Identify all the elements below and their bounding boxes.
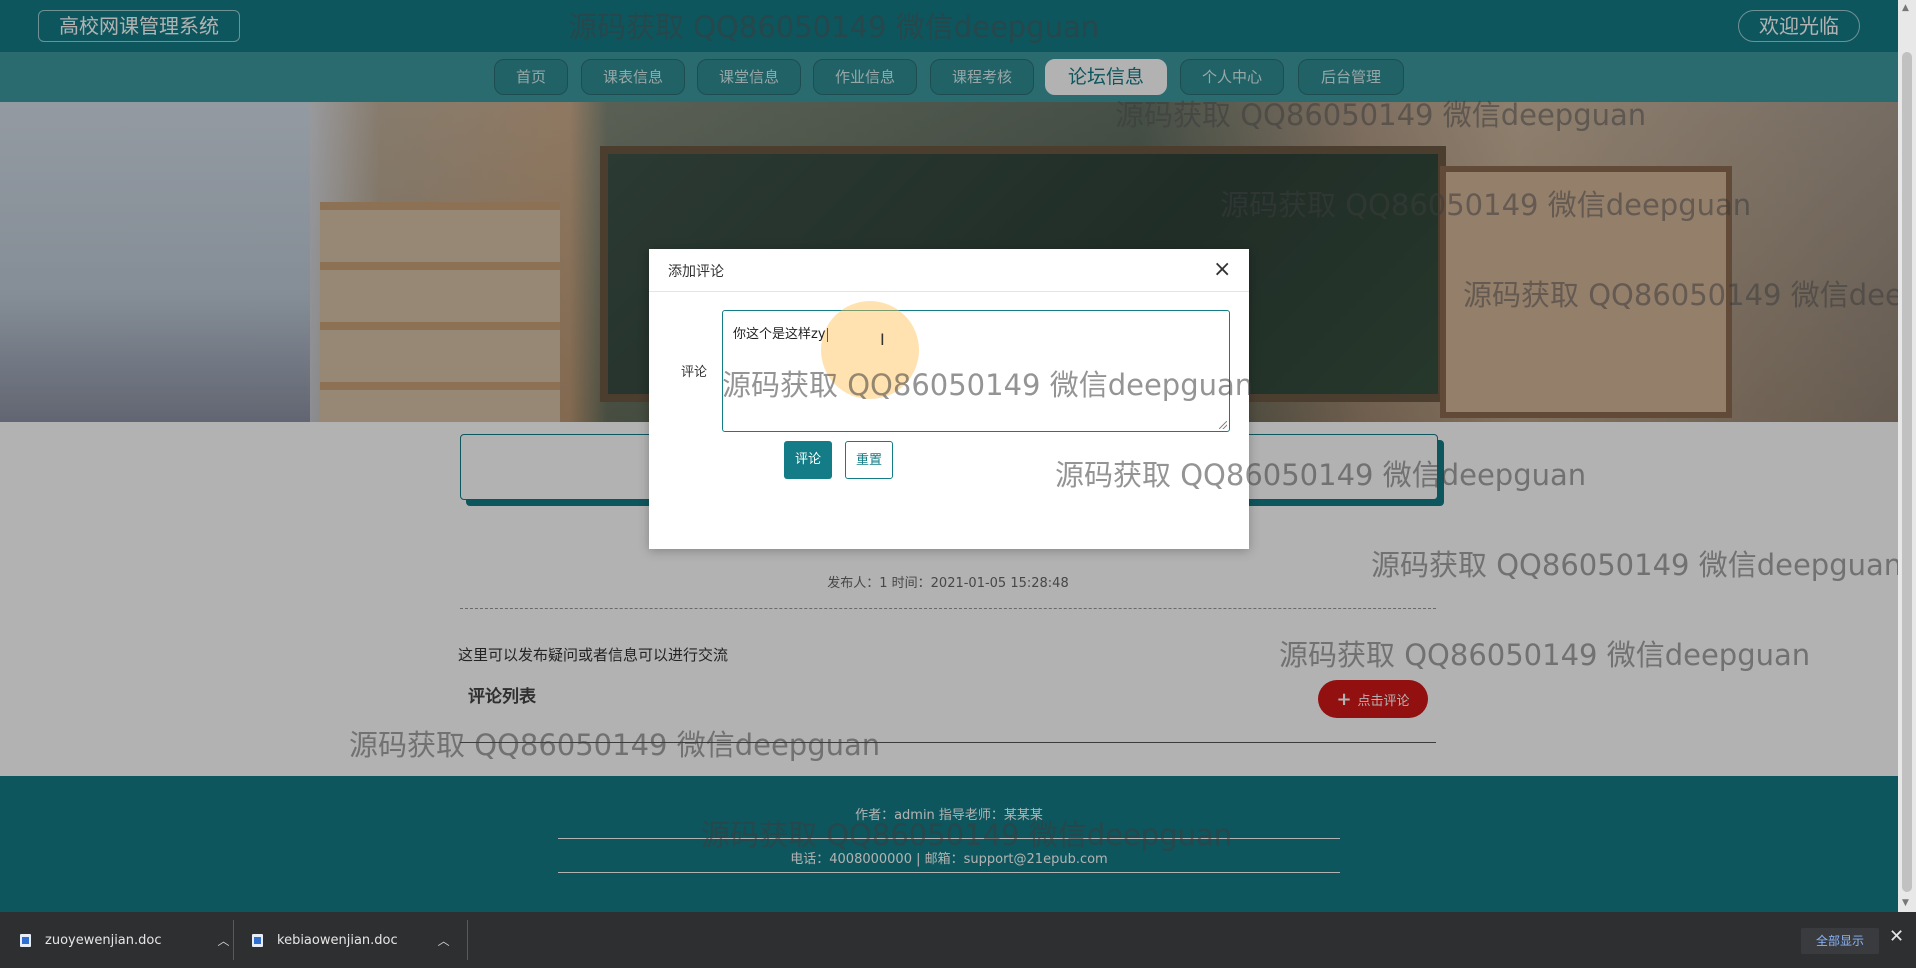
download-filename: zuoyewenjian.doc <box>45 932 162 948</box>
download-item[interactable]: kebiaowenjian.doc ︿ <box>252 912 450 968</box>
watermark: 源码获取 QQ86050149 微信deepguan <box>568 10 1100 44</box>
watermark: 源码获取 QQ86050149 微信deepguan <box>722 368 1254 402</box>
download-filename: kebiaowenjian.doc <box>277 932 398 948</box>
watermark: 源码获取 QQ86050149 微信deepguan <box>1115 98 1647 132</box>
downloads-bar: zuoyewenjian.doc ︿ kebiaowenjian.doc ︿ 全… <box>0 912 1916 968</box>
watermark: 源码获取 QQ86050149 微信deepguan <box>1220 188 1752 222</box>
watermark: 源码获取 QQ86050149 微信deepguan <box>701 818 1233 852</box>
dialog-header: 添加评论 × <box>649 249 1249 292</box>
watermark: 源码获取 QQ86050149 微信deepguan <box>1463 278 1898 312</box>
watermark: 源码获取 QQ86050149 微信deepguan <box>1371 548 1898 582</box>
show-all-button[interactable]: 全部显示 <box>1801 928 1879 954</box>
chevron-up-icon[interactable]: ︿ <box>438 932 450 949</box>
close-icon[interactable]: ✕ <box>1889 926 1904 947</box>
submit-comment-button[interactable]: 评论 <box>784 441 832 479</box>
resize-handle-icon[interactable] <box>1219 421 1227 429</box>
watermark: 源码获取 QQ86050149 微信deepguan <box>1055 458 1587 492</box>
text-cursor-icon: I <box>880 330 885 349</box>
scroll-up-icon[interactable]: ▲ <box>1902 3 1909 13</box>
chevron-up-icon[interactable]: ︿ <box>218 932 230 949</box>
watermark: 源码获取 QQ86050149 微信deepguan <box>1279 638 1811 672</box>
download-item[interactable]: zuoyewenjian.doc ︿ <box>20 912 230 968</box>
page-scrollbar[interactable]: ▲ ▼ <box>1898 0 1916 912</box>
document-icon <box>252 933 263 947</box>
comment-field-label: 评论 <box>681 365 708 380</box>
separator <box>467 920 468 960</box>
scrollbar-thumb[interactable] <box>1902 52 1912 892</box>
document-icon <box>20 933 31 947</box>
scroll-down-icon[interactable]: ▼ <box>1902 898 1909 908</box>
watermark: 源码获取 QQ86050149 微信deepguan <box>349 728 881 762</box>
reset-button[interactable]: 重置 <box>845 441 893 479</box>
comment-text-value: 你这个是这样zy <box>733 327 826 342</box>
close-icon[interactable]: × <box>1213 257 1231 282</box>
dialog-title: 添加评论 <box>668 264 724 280</box>
separator <box>233 920 234 960</box>
